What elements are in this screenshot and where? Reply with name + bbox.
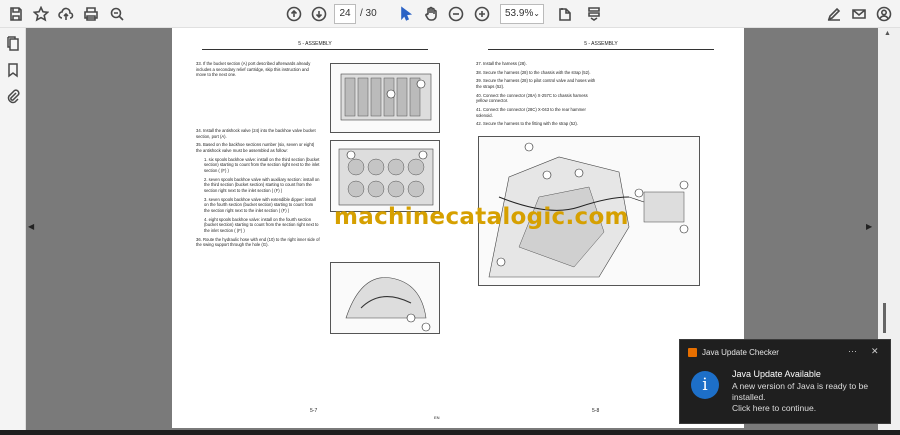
pages-thumbnail-icon[interactable] <box>5 36 21 52</box>
attachments-icon[interactable] <box>5 88 21 104</box>
scroll-mode-icon[interactable] <box>584 4 604 24</box>
select-cursor-icon[interactable] <box>396 4 416 24</box>
scrollbar-thumb[interactable] <box>883 303 886 333</box>
step-list: 33. If the bucket section (A) port descr… <box>196 61 320 251</box>
horizontal-scrollbar[interactable] <box>0 430 900 435</box>
step-item: 38. Secure the harness (28) to the chass… <box>476 69 591 75</box>
account-icon[interactable] <box>874 4 894 24</box>
left-sidebar <box>0 28 26 430</box>
sign-pen-icon[interactable] <box>824 4 844 24</box>
watermark-text: machinecatalogic.com <box>334 204 629 230</box>
scroll-right-arrow-icon[interactable]: ▶ <box>866 222 872 231</box>
step-item: 42. Secure the harness to the fitting wi… <box>476 121 578 127</box>
step-item: 2. seven spools backhoe valve with auxil… <box>204 176 320 194</box>
notification-action[interactable]: Click here to continue. <box>732 403 882 414</box>
notification-body: A new version of Java is ready to be ins… <box>732 381 869 403</box>
previous-page-icon[interactable] <box>284 4 304 24</box>
java-update-notification[interactable]: Java Update Checker ··· ✕ i Java Update … <box>679 339 891 424</box>
zoom-value: 53.9% <box>505 8 534 19</box>
figure-valve-middle <box>330 140 440 212</box>
save-icon[interactable] <box>6 4 26 24</box>
zoom-in-icon[interactable] <box>472 4 492 24</box>
more-options-icon[interactable]: ··· <box>848 346 857 356</box>
page-header: 5 - ASSEMBLY <box>488 41 714 50</box>
zoom-search-icon[interactable] <box>107 4 127 24</box>
page-footer: 5-8 <box>592 408 600 414</box>
zoom-out-icon[interactable] <box>446 4 466 24</box>
bookmark-star-icon[interactable] <box>31 4 51 24</box>
scroll-up-arrow-icon[interactable]: ▲ <box>884 30 891 37</box>
step-item: 3. seven spools backhoe valve with exten… <box>204 196 316 214</box>
bookmarks-icon[interactable] <box>5 62 21 78</box>
step-item: 35. Based on the backhoe sections number… <box>196 142 315 154</box>
hand-tool-icon[interactable] <box>421 4 441 24</box>
notification-title: Java Update Available <box>732 369 821 379</box>
scroll-left-arrow-icon[interactable]: ◀ <box>28 222 34 231</box>
upload-icon[interactable] <box>56 4 76 24</box>
step-item: 36. Route the hydraulic hose with end (1… <box>196 236 320 248</box>
toolbar: 24 / 30 53.9% ⌄ <box>0 0 900 28</box>
notification-header: Java Update Checker <box>688 348 779 357</box>
notification-app-name: Java Update Checker <box>702 348 779 357</box>
page-total: / 30 <box>360 8 377 19</box>
java-app-icon <box>688 348 697 357</box>
page-fit-icon[interactable] <box>555 4 575 24</box>
step-list: 37. Install the harness (28). 38. Secure… <box>476 61 600 130</box>
page-corner-label: EN <box>434 415 440 420</box>
close-icon[interactable]: ✕ <box>871 346 879 357</box>
step-item: 1. six spools backhoe valve: install on … <box>204 156 320 174</box>
figure-hose-routing <box>330 262 440 334</box>
step-item: 39. Secure the harness (28) to pilot con… <box>476 78 596 90</box>
step-item: 41. Connect the connector (28C) X-043 to… <box>476 107 586 118</box>
page-header: 5 - ASSEMBLY <box>202 41 428 50</box>
next-page-icon[interactable] <box>309 4 329 24</box>
page-footer: 5-7 <box>310 408 318 414</box>
step-item: 40. Connect the connector (28A) X-257C t… <box>476 92 588 104</box>
chevron-down-icon: ⌄ <box>533 9 540 18</box>
step-item: 37. Install the harness (28). <box>476 61 527 66</box>
step-item: 4. eight spools backhoe valve: install o… <box>204 216 319 234</box>
step-item: 34. Install the antishock valve (24) int… <box>196 128 316 139</box>
page-number-input[interactable]: 24 <box>334 4 356 24</box>
step-item: 33. If the bucket section (A) port descr… <box>196 61 311 78</box>
figure-valve-top <box>330 63 440 133</box>
zoom-level-select[interactable]: 53.9% ⌄ <box>500 4 544 24</box>
info-icon: i <box>691 371 719 399</box>
notification-message[interactable]: A new version of Java is ready to be ins… <box>732 381 882 414</box>
print-icon[interactable] <box>81 4 101 24</box>
email-icon[interactable] <box>849 4 869 24</box>
